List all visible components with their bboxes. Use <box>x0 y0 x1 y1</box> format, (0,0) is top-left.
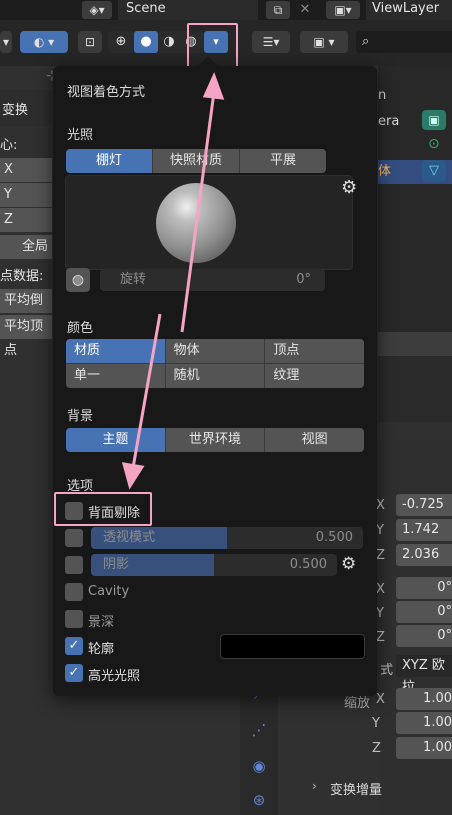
annotation-arrow-up <box>180 91 216 333</box>
annotation-arrow-down <box>131 313 162 469</box>
annotation-arrowhead-up <box>202 72 225 100</box>
annotation-arrows <box>121 72 225 490</box>
annotation-arrowhead-down <box>121 462 145 490</box>
